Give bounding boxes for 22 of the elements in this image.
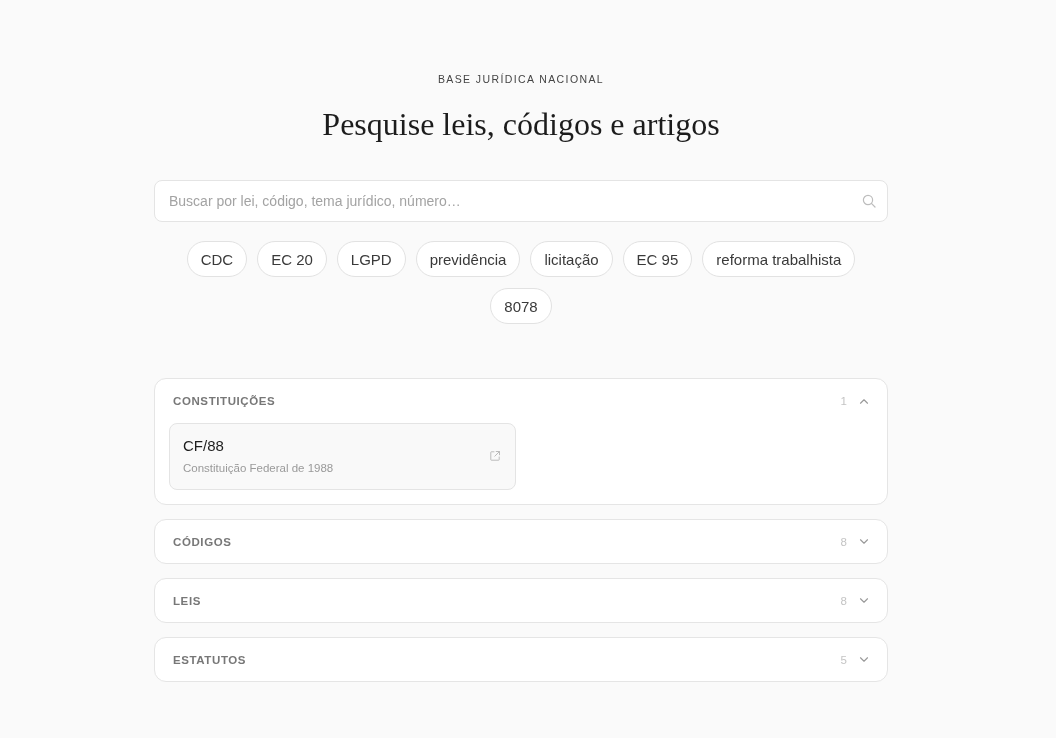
suggestion-chip[interactable]: LGPD (336, 241, 406, 277)
search-icon (862, 194, 876, 208)
item-count: 8 (840, 535, 847, 548)
category-header[interactable]: CONSTITUIÇÕES 1 (155, 379, 887, 423)
law-name: Constituição Federal de 1988 (183, 461, 334, 476)
page-title: Pesquise leis, códigos e artigos (322, 105, 720, 144)
item-count: 8 (840, 594, 847, 607)
item-count: 1 (840, 395, 847, 407)
category-header[interactable]: CÓDIGOS 8 (155, 520, 887, 563)
eyebrow-label: BASE JURÍDICA NACIONAL (437, 72, 605, 86)
suggestion-chip[interactable]: EC 20 (257, 241, 327, 277)
category-header[interactable]: LEIS 8 (155, 579, 887, 622)
search-field[interactable]: Buscar por lei, código, tema jurídico, número… (154, 180, 888, 222)
law-code: CF/88 (183, 436, 224, 456)
suggestion-chip[interactable]: previdência (415, 241, 521, 277)
suggestion-chip[interactable]: 8078 (490, 288, 552, 324)
suggestion-chip[interactable]: EC 95 (622, 241, 693, 277)
law-card[interactable]: CF/88 Constituição Federal de 1988 (169, 423, 516, 490)
suggestion-chip[interactable]: licitação (530, 241, 613, 277)
external-link-icon (489, 450, 501, 462)
suggestion-chip[interactable]: CDC (186, 241, 248, 277)
suggestion-chip[interactable]: reforma trabalhista (702, 241, 856, 277)
